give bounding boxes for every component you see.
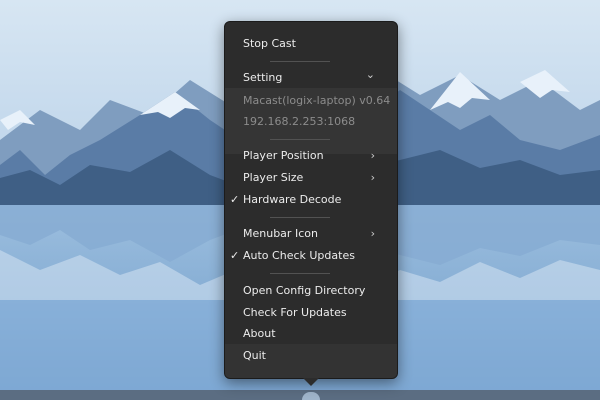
open-config-directory-label: Open Config Directory [243,284,366,297]
hardware-decode-item[interactable]: ✓ Hardware Decode [225,190,397,210]
quit-item[interactable]: Quit [225,346,397,366]
app-version-item: Macast(logix-laptop) v0.64 [225,91,397,111]
check-icon: ✓ [230,193,240,206]
check-icon: ✓ [230,249,240,262]
hardware-decode-label: Hardware Decode [243,193,342,206]
menubar-icon-item[interactable]: Menubar Icon › [225,224,397,244]
quit-label: Quit [243,349,266,362]
macast-tray-icon[interactable] [302,392,320,400]
stop-cast-label: Stop Cast [243,37,296,50]
separator [270,273,330,274]
separator [270,217,330,218]
check-for-updates-item[interactable]: Check For Updates [225,303,397,323]
setting-label: Setting [243,71,283,84]
open-config-directory-item[interactable]: Open Config Directory [225,281,397,301]
address-label: 192.168.2.253:1068 [243,115,356,128]
stop-cast-item[interactable]: Stop Cast [225,34,397,54]
menubar-icon-label: Menubar Icon [243,227,318,240]
address-item: 192.168.2.253:1068 [225,112,397,132]
chevron-right-icon: › [370,171,375,184]
taskbar [0,390,600,400]
check-for-updates-label: Check For Updates [243,306,347,319]
player-position-item[interactable]: Player Position › [225,146,397,166]
tray-context-menu: Stop Cast Setting ⌄ Macast(logix-laptop)… [224,21,398,379]
auto-check-updates-item[interactable]: ✓ Auto Check Updates [225,246,397,266]
about-label: About [243,327,276,340]
chevron-down-icon: ⌄ [365,68,375,81]
setting-item[interactable]: Setting ⌄ [225,68,397,88]
player-size-label: Player Size [243,171,304,184]
player-position-label: Player Position [243,149,324,162]
chevron-right-icon: › [370,227,375,240]
menu-pointer [303,378,319,386]
app-version-label: Macast(logix-laptop) v0.64 [243,94,391,107]
separator [270,61,330,62]
separator [270,139,330,140]
player-size-item[interactable]: Player Size › [225,168,397,188]
auto-check-updates-label: Auto Check Updates [243,249,355,262]
chevron-right-icon: › [370,149,375,162]
about-item[interactable]: About [225,324,397,344]
